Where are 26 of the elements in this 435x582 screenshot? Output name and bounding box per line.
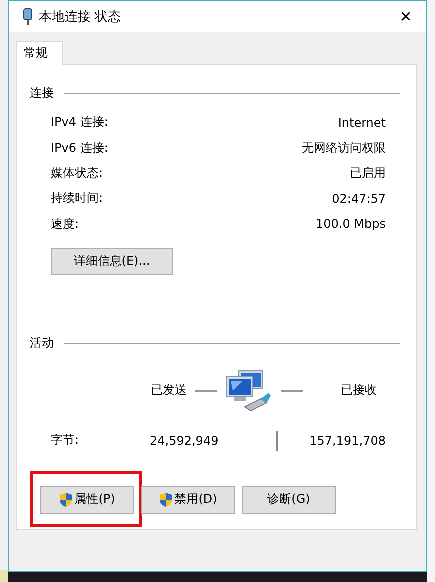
- section-heading: 活动: [30, 334, 54, 352]
- field-value: 无网络访问权限: [302, 140, 386, 157]
- sent-bytes: 24,592,949: [150, 434, 220, 448]
- tab[interactable]: 常规: [16, 41, 63, 65]
- field-value: 100.0 Mbps: [316, 217, 386, 232]
- window-title: 本地连接 状态: [39, 8, 122, 26]
- received-label: 已接收: [341, 382, 377, 400]
- field-label: 速度:: [51, 216, 80, 233]
- bytes-label: 字节:: [51, 432, 80, 450]
- field-value: 02:47:57: [332, 192, 386, 206]
- sent-label: 已发送: [151, 382, 187, 400]
- section-heading: 连接: [30, 85, 54, 102]
- action-button[interactable]: 禁用(D): [141, 486, 235, 514]
- field-label: IPv6 连接:: [51, 140, 108, 157]
- computers-icon: [225, 368, 273, 413]
- network-adapter-icon: [23, 8, 33, 26]
- action-button[interactable]: 属性(P): [40, 486, 134, 514]
- details-button[interactable]: 详细信息(E)...: [51, 248, 173, 275]
- close-button[interactable]: ✕: [386, 1, 426, 32]
- field-label: IPv4 连接:: [51, 114, 108, 132]
- field-label: 媒体状态:: [51, 164, 104, 182]
- field-label: 持续时间:: [51, 190, 104, 208]
- received-bytes: 157,191,708: [310, 434, 386, 448]
- field-value: Internet: [338, 116, 386, 130]
- field-value: 已启用: [350, 164, 386, 182]
- action-button[interactable]: 诊断(G): [242, 486, 336, 514]
